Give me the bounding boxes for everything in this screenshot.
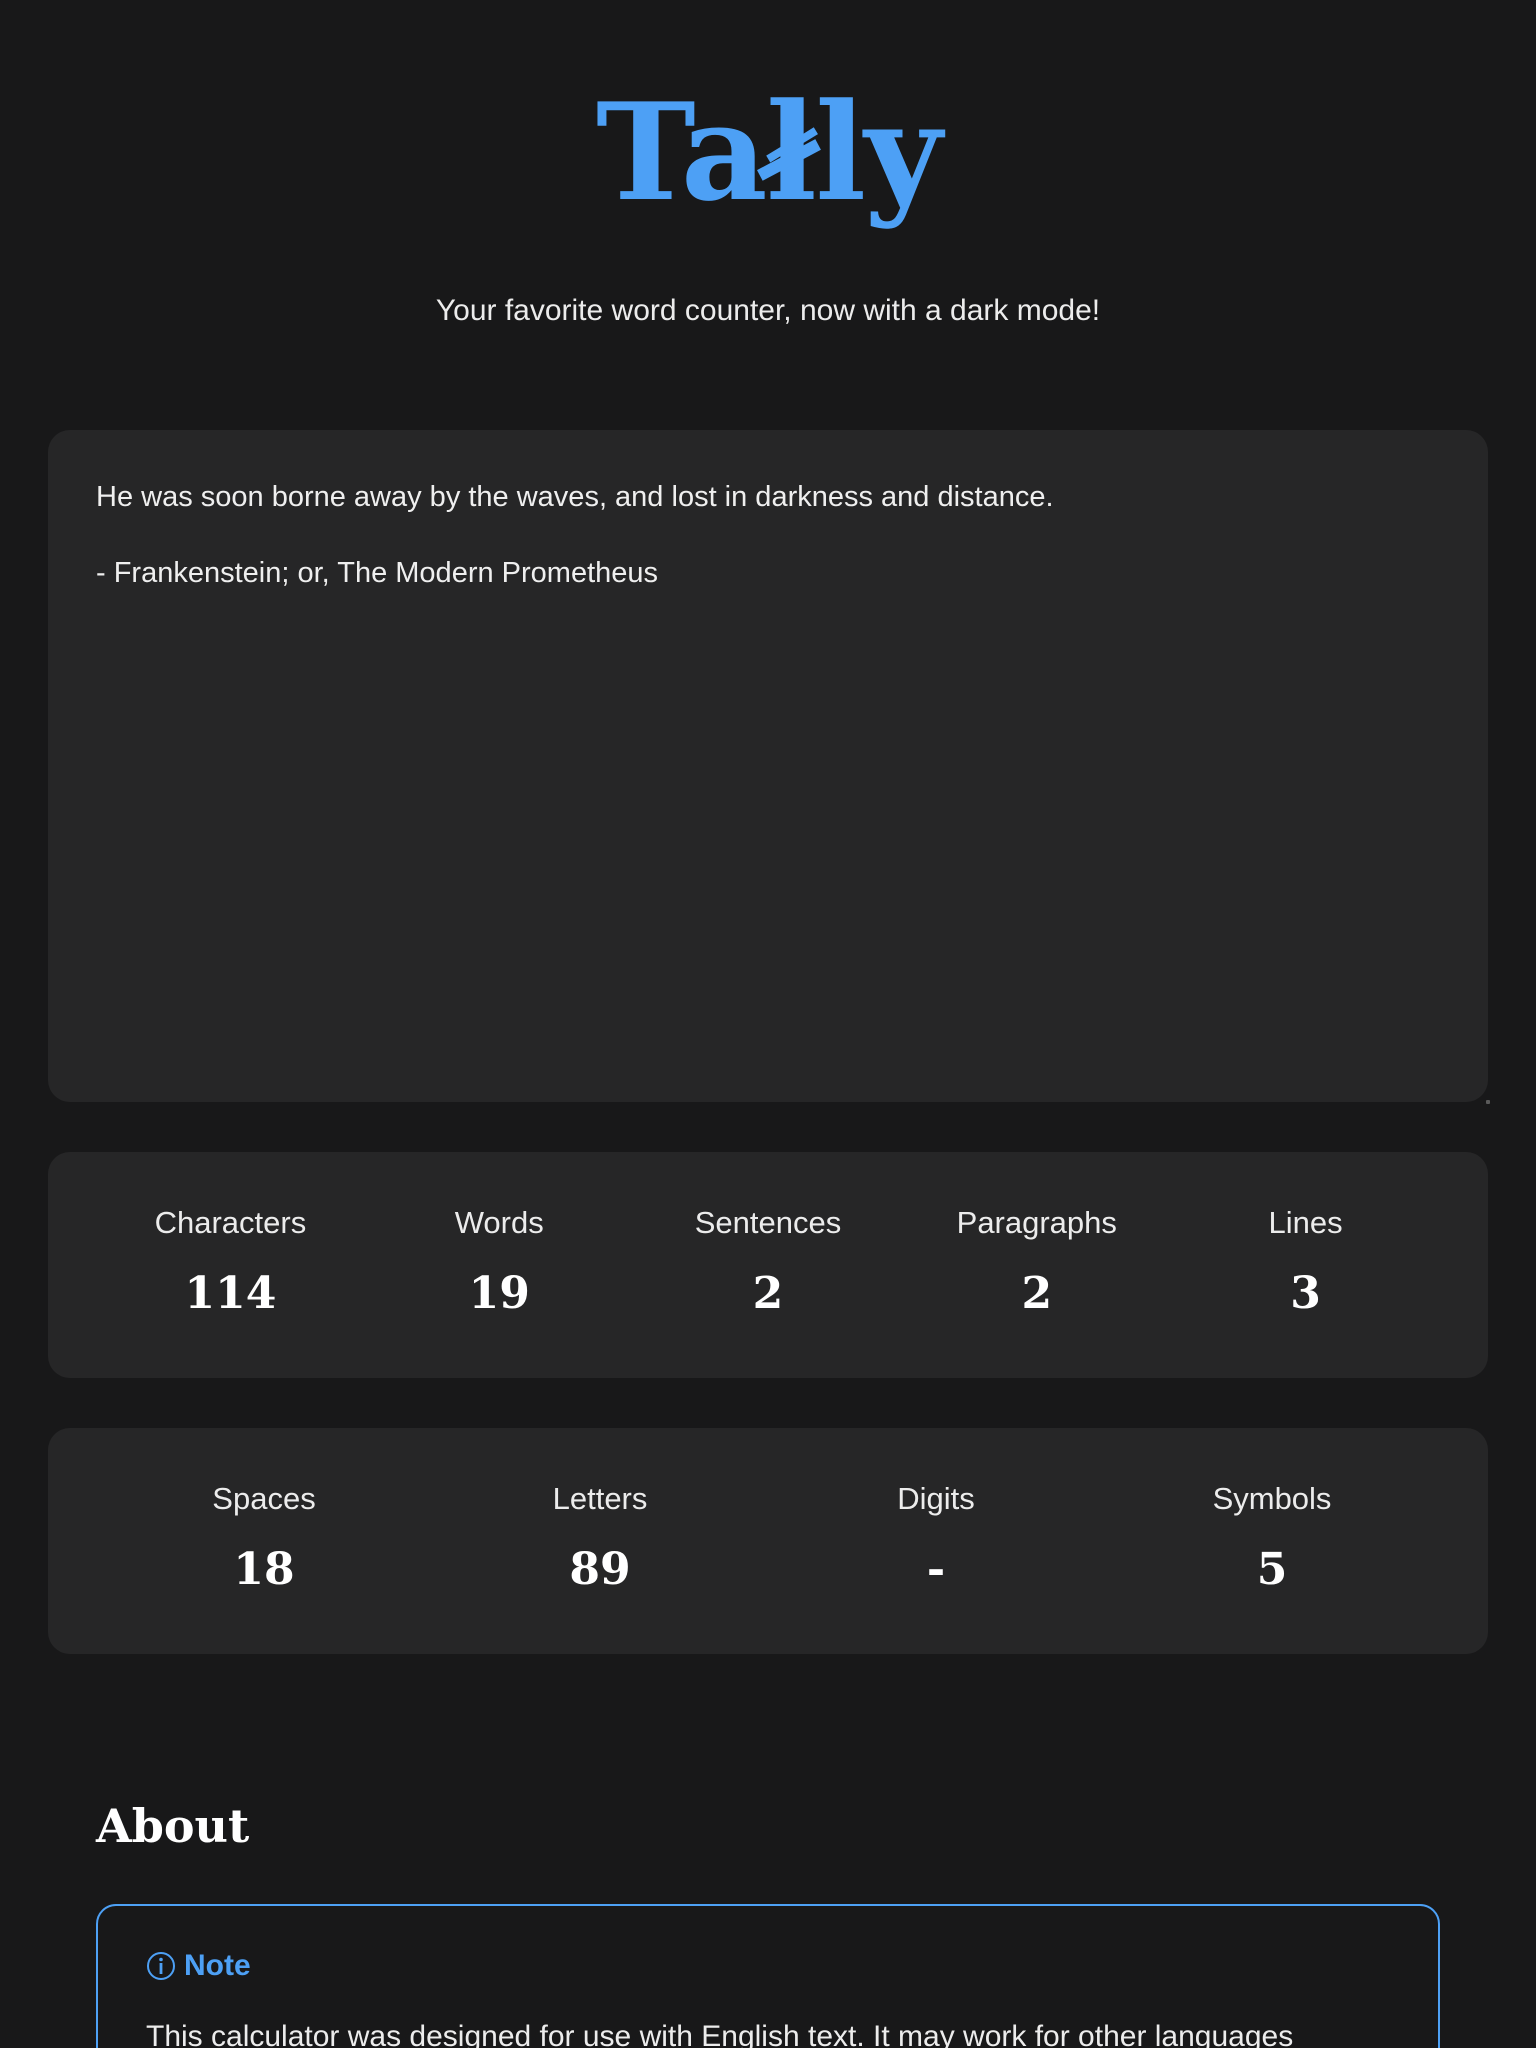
stat-value: 5 [1256, 1544, 1288, 1595]
stat-label: Characters [154, 1205, 307, 1240]
stat-label: Symbols [1212, 1481, 1332, 1516]
stats-panel-secondary: Spaces 18 Letters 89 Digits - Symbols 5 [48, 1428, 1488, 1654]
stat-characters: Characters 114 [96, 1152, 365, 1378]
stat-symbols: Symbols 5 [1104, 1428, 1440, 1654]
stat-sentences: Sentences 2 [634, 1152, 903, 1378]
stat-value: 2 [752, 1268, 784, 1319]
stats-panel-primary: Characters 114 Words 19 Sentences 2 Para… [48, 1152, 1488, 1378]
stat-value: 89 [569, 1544, 631, 1595]
note-callout: Note This calculator was designed for us… [96, 1904, 1440, 2048]
stat-label: Lines [1268, 1205, 1343, 1240]
stat-lines: Lines 3 [1171, 1152, 1440, 1378]
stat-value: 18 [233, 1544, 295, 1595]
stat-value: 19 [468, 1268, 530, 1319]
stat-value: 3 [1290, 1268, 1321, 1319]
stat-label: Words [454, 1205, 544, 1240]
stat-words: Words 19 [365, 1152, 634, 1378]
logo-text-prefix: Ta [595, 73, 768, 231]
resize-handle[interactable] [1486, 1100, 1490, 1104]
logo-text-strike: ł [765, 73, 818, 231]
note-title-label: Note [184, 1949, 251, 1982]
stat-value: 2 [1021, 1268, 1053, 1319]
stat-label: Digits [897, 1481, 975, 1516]
page: Tałly Your favorite word counter, now wi… [0, 0, 1536, 2048]
stat-spaces: Spaces 18 [96, 1428, 432, 1654]
note-title: Note [146, 1946, 1390, 1986]
stat-digits: Digits - [768, 1428, 1104, 1654]
logo-text-suffix: ly [815, 73, 942, 231]
stat-paragraphs: Paragraphs 2 [902, 1152, 1171, 1378]
stat-label: Paragraphs [956, 1205, 1117, 1240]
text-input-area[interactable]: He was soon borne away by the waves, and… [48, 430, 1490, 1104]
note-text: This calculator was designed for use wit… [146, 2020, 1294, 2048]
about-heading: About [96, 1799, 250, 1853]
tagline: Your favorite word counter, now with a d… [435, 294, 1101, 327]
app-logo[interactable]: Tałly [0, 72, 1536, 232]
stat-letters: Letters 89 [432, 1428, 768, 1654]
stat-label: Letters [552, 1481, 648, 1516]
stat-value: 114 [184, 1268, 277, 1319]
stat-value: - [926, 1544, 946, 1595]
info-circle-icon [146, 1951, 176, 1981]
editor-paragraph: He was soon borne away by the waves, and… [96, 481, 1054, 513]
editor-paragraph: - Frankenstein; or, The Modern Prometheu… [96, 557, 659, 589]
stat-label: Spaces [212, 1481, 316, 1516]
stat-label: Sentences [694, 1205, 842, 1240]
